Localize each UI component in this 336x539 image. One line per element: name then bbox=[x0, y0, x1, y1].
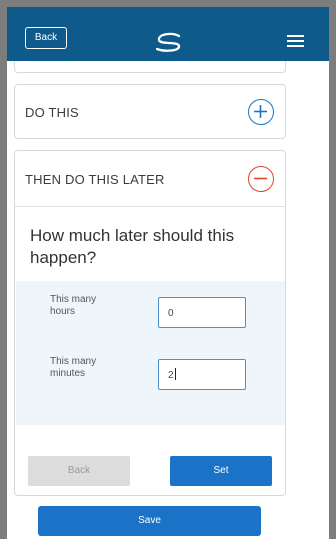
app-frame: Back DO THIS THEN DO THIS LATER How much… bbox=[7, 7, 329, 539]
then-do-later-card: THEN DO THIS LATER How much later should… bbox=[14, 150, 286, 496]
app-header: Back bbox=[7, 7, 329, 61]
s-swirl-logo-icon bbox=[152, 31, 186, 53]
previous-card-edge bbox=[14, 61, 286, 73]
do-this-card[interactable]: DO THIS bbox=[14, 84, 286, 139]
do-this-title: DO THIS bbox=[25, 105, 79, 120]
card-divider bbox=[15, 206, 285, 207]
minutes-value: 2 bbox=[168, 370, 174, 381]
save-button[interactable]: Save bbox=[38, 506, 261, 536]
plus-circle-icon[interactable] bbox=[248, 99, 274, 125]
minus-circle-icon[interactable] bbox=[248, 166, 274, 192]
delay-form: This many hours 0 This many minutes 2 bbox=[16, 281, 285, 425]
set-button[interactable]: Set bbox=[170, 456, 272, 486]
minutes-label: This many minutes bbox=[50, 356, 97, 379]
hours-label: This many hours bbox=[50, 294, 97, 317]
hamburger-menu-icon[interactable] bbox=[287, 35, 304, 47]
header-back-button[interactable]: Back bbox=[25, 27, 67, 49]
hours-value: 0 bbox=[168, 308, 174, 319]
minutes-input[interactable]: 2 bbox=[158, 359, 246, 390]
hours-input[interactable]: 0 bbox=[158, 297, 246, 328]
delay-question: How much later should this happen? bbox=[30, 226, 235, 267]
form-back-button[interactable]: Back bbox=[28, 456, 130, 486]
then-do-later-title: THEN DO THIS LATER bbox=[25, 172, 165, 187]
text-caret bbox=[174, 368, 176, 381]
